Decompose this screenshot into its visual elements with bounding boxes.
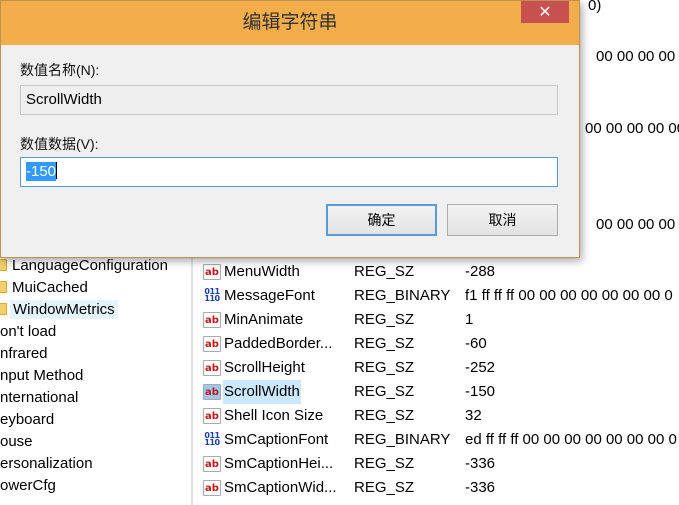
value-row[interactable]: ab Shell Icon Size REG_SZ 32 [193,404,679,428]
string-value-icon: ab [203,312,221,328]
value-data: 1 [465,311,474,328]
value-name: ScrollHeight [224,359,305,376]
string-value-icon: ab [203,264,221,280]
value-row-selected[interactable]: ab ScrollWidth REG_SZ -150 [193,380,679,404]
value-name: Shell Icon Size [224,407,324,424]
binary-value-icon: 011 110 [204,287,220,303]
value-data-partial: 0) [588,0,602,14]
value-type: REG_SZ [354,263,415,280]
value-data-input[interactable]: -150 [20,157,558,187]
value-data: -60 [465,335,487,352]
folder-icon [0,303,7,315]
string-value-icon: ab [203,384,221,400]
tree-item-label: owerCfg [0,477,56,494]
tree-item-infrared[interactable]: nfrared [0,343,48,365]
value-name-field: ScrollWidth [20,85,558,115]
value-data: -288 [465,263,496,280]
value-row[interactable]: ab MenuWidth REG_SZ -288 [193,260,679,284]
value-name: SmCaptionFont [224,431,329,448]
dialog-body: 数值名称(N): ScrollWidth 数值数据(V): -150 确定 取消 [7,45,573,253]
value-data: f1 ff ff ff 00 00 00 00 00 00 00 0 [465,287,673,304]
tree-item-muicached[interactable]: MuiCached [0,277,90,299]
value-data: -336 [465,455,496,472]
value-name: SmCaptionWid... [224,479,337,496]
value-row[interactable]: ab SmCaptionHei... REG_SZ -336 [193,452,679,476]
tree-item-dont-load[interactable]: on't load [0,321,56,343]
value-data: ed ff ff ff 00 00 00 00 00 00 00 0 [465,431,677,448]
string-value-icon: ab [203,456,221,472]
close-button[interactable]: ✕ [521,1,569,23]
value-name: MessageFont [224,287,315,304]
value-data: -336 [465,479,496,496]
value-name: ScrollWidth [223,380,301,404]
string-value-icon: ab [203,360,221,376]
tree-item-powercfg[interactable]: owerCfg [0,475,56,497]
close-icon: ✕ [538,2,552,21]
cancel-button[interactable]: 取消 [447,204,558,236]
tree-item-label: eyboard [0,411,55,428]
value-type: REG_SZ [354,479,415,496]
value-data-partial: 00 00 00 00 00 [596,216,679,233]
dialog-title: 编辑字符串 [242,12,338,33]
value-name-text: ScrollWidth [26,91,102,108]
tree-item-label: ersonalization [0,455,93,472]
value-type: REG_SZ [354,311,415,328]
value-type: REG_SZ [354,455,415,472]
tree-item-label: ouse [0,433,33,450]
tree-item-mouse[interactable]: ouse [0,431,33,453]
binary-value-icon: 011 110 [204,431,220,447]
string-value-icon: ab [203,408,221,424]
string-value-icon: ab [203,336,221,352]
tree-item-label: WindowMetrics [10,300,118,319]
value-name-label: 数值名称(N): [20,62,100,78]
value-row[interactable]: 011 110 MessageFont REG_BINARY f1 ff ff f… [193,284,679,308]
value-row[interactable]: ab MinAnimate REG_SZ 1 [193,308,679,332]
tree-item-keyboard[interactable]: eyboard [0,409,54,431]
value-data: -252 [465,359,496,376]
value-type: REG_SZ [354,407,415,424]
text-caret [56,162,58,179]
value-row[interactable]: ab SmCaptionWid... REG_SZ -336 [193,476,679,500]
value-type: REG_BINARY [354,287,451,304]
value-type: REG_SZ [354,383,415,400]
value-data-partial: 00 00 00 00 00 0 [585,120,679,137]
value-data-label: 数值数据(V): [20,136,99,152]
dialog-title-bar[interactable]: 编辑字符串 ✕ [1,1,579,45]
tree-item-languageconfiguration[interactable]: LanguageConfiguration [0,255,170,277]
tree-item-international[interactable]: nternational [0,387,78,409]
value-name: PaddedBorder... [224,335,333,352]
tree-item-label: nternational [0,389,79,406]
ok-button[interactable]: 确定 [326,204,437,236]
tree-item-input-method[interactable]: nput Method [0,365,83,387]
value-row[interactable]: ab ScrollHeight REG_SZ -252 [193,356,679,380]
tree-item-windowmetrics[interactable]: WindowMetrics [0,299,118,321]
value-name: MenuWidth [224,263,300,280]
value-data: -150 [465,383,496,400]
value-name: SmCaptionHei... [224,455,334,472]
edit-string-dialog: 编辑字符串 ✕ 数值名称(N): ScrollWidth 数值数据(V): -1… [0,0,580,258]
tree-item-label: MuiCached [12,279,88,296]
tree-item-label: nfrared [0,345,48,362]
folder-icon [0,259,7,271]
value-data-text: -150 [26,162,57,181]
tree-item-personalization[interactable]: ersonalization [0,453,93,475]
string-value-icon: ab [203,480,221,496]
tree-item-label: nput Method [0,367,84,384]
value-data: 32 [465,407,482,424]
tree-item-label: on't load [0,323,57,340]
value-type: REG_SZ [354,359,415,376]
value-type: REG_BINARY [354,431,451,448]
value-row[interactable]: ab PaddedBorder... REG_SZ -60 [193,332,679,356]
value-name: MinAnimate [224,311,304,328]
value-row[interactable]: 011 110 SmCaptionFont REG_BINARY ed ff ff… [193,428,679,452]
value-type: REG_SZ [354,335,415,352]
folder-icon [0,281,7,293]
tree-item-label: LanguageConfiguration [12,257,168,274]
value-data-partial: 00 00 00 00 00 [596,48,679,65]
